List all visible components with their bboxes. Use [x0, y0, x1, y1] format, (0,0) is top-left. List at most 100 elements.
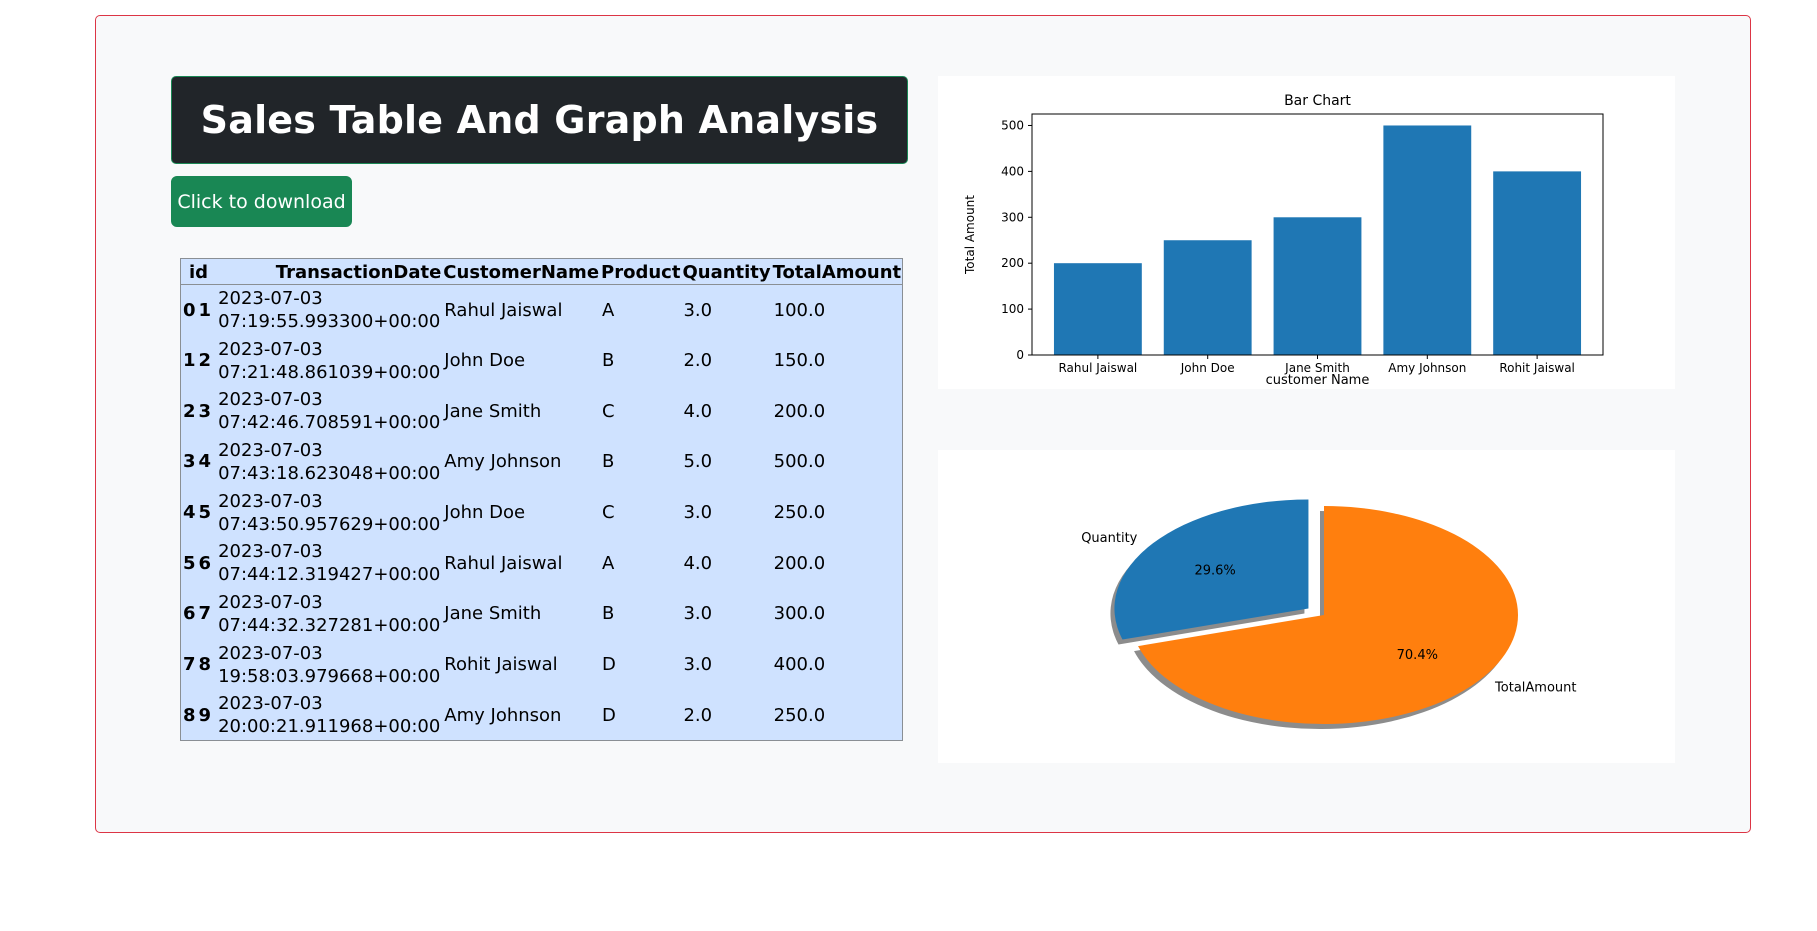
transaction-time: 07:44:32.327281+00:00	[218, 614, 441, 636]
product-cell: A	[602, 299, 615, 321]
transaction-time: 07:44:12.319427+00:00	[218, 564, 441, 586]
row-index-id-cell: 01	[181, 285, 217, 336]
quantity-cell: 3.0	[683, 654, 713, 676]
quantity-cell: 3.0	[683, 299, 713, 321]
total-amount-cell: 250.0	[773, 502, 826, 524]
x-axis-label: customer Name	[1266, 373, 1370, 388]
transaction-date: 2023-07-03	[218, 439, 323, 461]
transaction-time: 07:43:50.957629+00:00	[218, 513, 441, 535]
slice-percent-label: 70.4%	[1397, 648, 1438, 663]
row-index: 2	[183, 400, 199, 422]
bar	[1163, 240, 1252, 355]
transaction-date: 2023-07-03	[218, 338, 323, 360]
column-header-transaction-date: TransactionDate	[216, 258, 443, 285]
row-id: 4	[198, 451, 215, 473]
table-row: 12 2023-07-03 07:21:48.861039+00:00 John …	[181, 335, 903, 386]
row-id: 5	[198, 502, 215, 524]
download-button[interactable]: Click to download	[171, 176, 352, 227]
row-index: 3	[183, 451, 199, 473]
table-row: 34 2023-07-03 07:43:18.623048+00:00 Amy J…	[181, 437, 903, 488]
transaction-date: 2023-07-03	[218, 642, 323, 664]
slice-label: TotalAmount	[1494, 681, 1576, 696]
bar	[1383, 125, 1472, 355]
transaction-time: 07:42:46.708591+00:00	[218, 412, 441, 434]
transaction-time: 19:58:03.979668+00:00	[218, 665, 441, 687]
transaction-date-cell: 2023-07-03 07:21:48.861039+00:00	[216, 335, 442, 386]
customer-name-cell: Jane Smith	[444, 603, 542, 625]
pie-chart: 29.6% Quantity 70.4% TotalAmount	[1081, 499, 1577, 729]
row-index: 7	[183, 654, 199, 676]
bar-chart: Bar ChartRahul Jaiswal John Doe Jane Smith…	[963, 93, 1604, 388]
row-index-id-cell: 89	[181, 690, 217, 741]
row-id: 8	[198, 654, 215, 676]
bar	[1493, 171, 1582, 355]
total-amount-cell: 500.0	[773, 451, 826, 473]
row-index-id-cell: 56	[181, 538, 217, 589]
total-amount-cell: 100.0	[773, 299, 826, 321]
quantity-cell: 2.0	[683, 350, 713, 372]
transaction-date: 2023-07-03	[218, 591, 323, 613]
transaction-date: 2023-07-03	[218, 490, 323, 512]
bar	[1053, 263, 1142, 355]
customer-name-cell: John Doe	[444, 502, 526, 524]
table-row: 01 2023-07-03 07:19:55.993300+00:00 Rahul…	[181, 285, 903, 336]
product-cell: C	[602, 502, 615, 524]
x-tick-label: Amy Johnson	[1388, 361, 1466, 375]
y-axis-label: Total Amount	[963, 195, 977, 275]
y-tick-label: 300	[1001, 210, 1024, 224]
slice-label: Quantity	[1081, 531, 1137, 546]
transaction-time: 07:21:48.861039+00:00	[218, 361, 441, 383]
y-tick-label: 0	[1016, 348, 1024, 362]
quantity-cell: 3.0	[683, 502, 713, 524]
product-cell: B	[602, 451, 615, 473]
transaction-date: 2023-07-03	[218, 389, 323, 411]
quantity-cell: 5.0	[683, 451, 713, 473]
table-header-row: id TransactionDate CustomerName Product …	[180, 258, 903, 285]
x-tick-label: Rohit Jaiswal	[1499, 361, 1575, 375]
transaction-time: 07:43:18.623048+00:00	[218, 462, 441, 484]
customer-name-cell: Amy Johnson	[444, 451, 562, 473]
row-index-id-cell: 23	[181, 386, 217, 437]
customer-name-cell: Rahul Jaiswal	[444, 552, 563, 574]
total-amount-cell: 150.0	[773, 350, 826, 372]
quantity-cell: 4.0	[683, 552, 713, 574]
x-tick-label: Rahul Jaiswal	[1058, 361, 1137, 375]
transaction-date-cell: 2023-07-03 07:44:32.327281+00:00	[216, 589, 442, 640]
total-amount-cell: 200.0	[773, 400, 826, 422]
row-index-id-cell: 45	[181, 487, 217, 538]
row-index: 1	[183, 350, 199, 372]
product-cell: C	[602, 400, 615, 422]
y-tick-label: 500	[1001, 118, 1024, 132]
transaction-time: 20:00:21.911968+00:00	[218, 716, 441, 738]
quantity-cell: 2.0	[683, 704, 713, 726]
transaction-date-cell: 2023-07-03 07:19:55.993300+00:00	[216, 285, 442, 336]
product-cell: B	[602, 350, 615, 372]
transaction-time: 07:19:55.993300+00:00	[218, 311, 441, 333]
quantity-cell: 3.0	[683, 603, 713, 625]
transaction-date-cell: 2023-07-03 07:42:46.708591+00:00	[216, 386, 442, 437]
slice-percent-label: 29.6%	[1194, 563, 1235, 578]
row-index-id-cell: 67	[181, 589, 217, 640]
pie-chart-panel: 29.6% Quantity 70.4% TotalAmount	[938, 450, 1675, 763]
table-body: 01 2023-07-03 07:19:55.993300+00:00 Rahul…	[181, 285, 903, 741]
table-row: 56 2023-07-03 07:44:12.319427+00:00 Rahul…	[181, 538, 903, 589]
bar	[1273, 217, 1362, 355]
table-row: 89 2023-07-03 20:00:21.911968+00:00 Amy J…	[181, 690, 903, 741]
total-amount-cell: 300.0	[773, 603, 826, 625]
transaction-date-cell: 2023-07-03 20:00:21.911968+00:00	[216, 690, 442, 741]
sales-table: id TransactionDate CustomerName Product …	[180, 258, 904, 742]
row-id: 2	[198, 350, 215, 372]
total-amount-cell: 250.0	[773, 704, 826, 726]
bar-chart-panel: Bar Chart Rahul Jaiswal John Doe Jane Smith…	[938, 76, 1675, 389]
page-title-banner: Sales Table And Graph Analysis	[171, 76, 908, 164]
page-title: Sales Table And Graph Analysis	[200, 98, 879, 142]
y-tick-label: 200	[1001, 256, 1024, 270]
row-id: 3	[198, 400, 215, 422]
row-index: 8	[183, 704, 199, 726]
row-index: 4	[183, 502, 199, 524]
y-tick-label: 400	[1001, 164, 1024, 178]
total-amount-cell: 200.0	[773, 552, 826, 574]
row-id: 6	[198, 552, 215, 574]
table-row: 78 2023-07-03 19:58:03.979668+00:00 Rohit…	[181, 639, 903, 690]
customer-name-cell: John Doe	[444, 350, 526, 372]
